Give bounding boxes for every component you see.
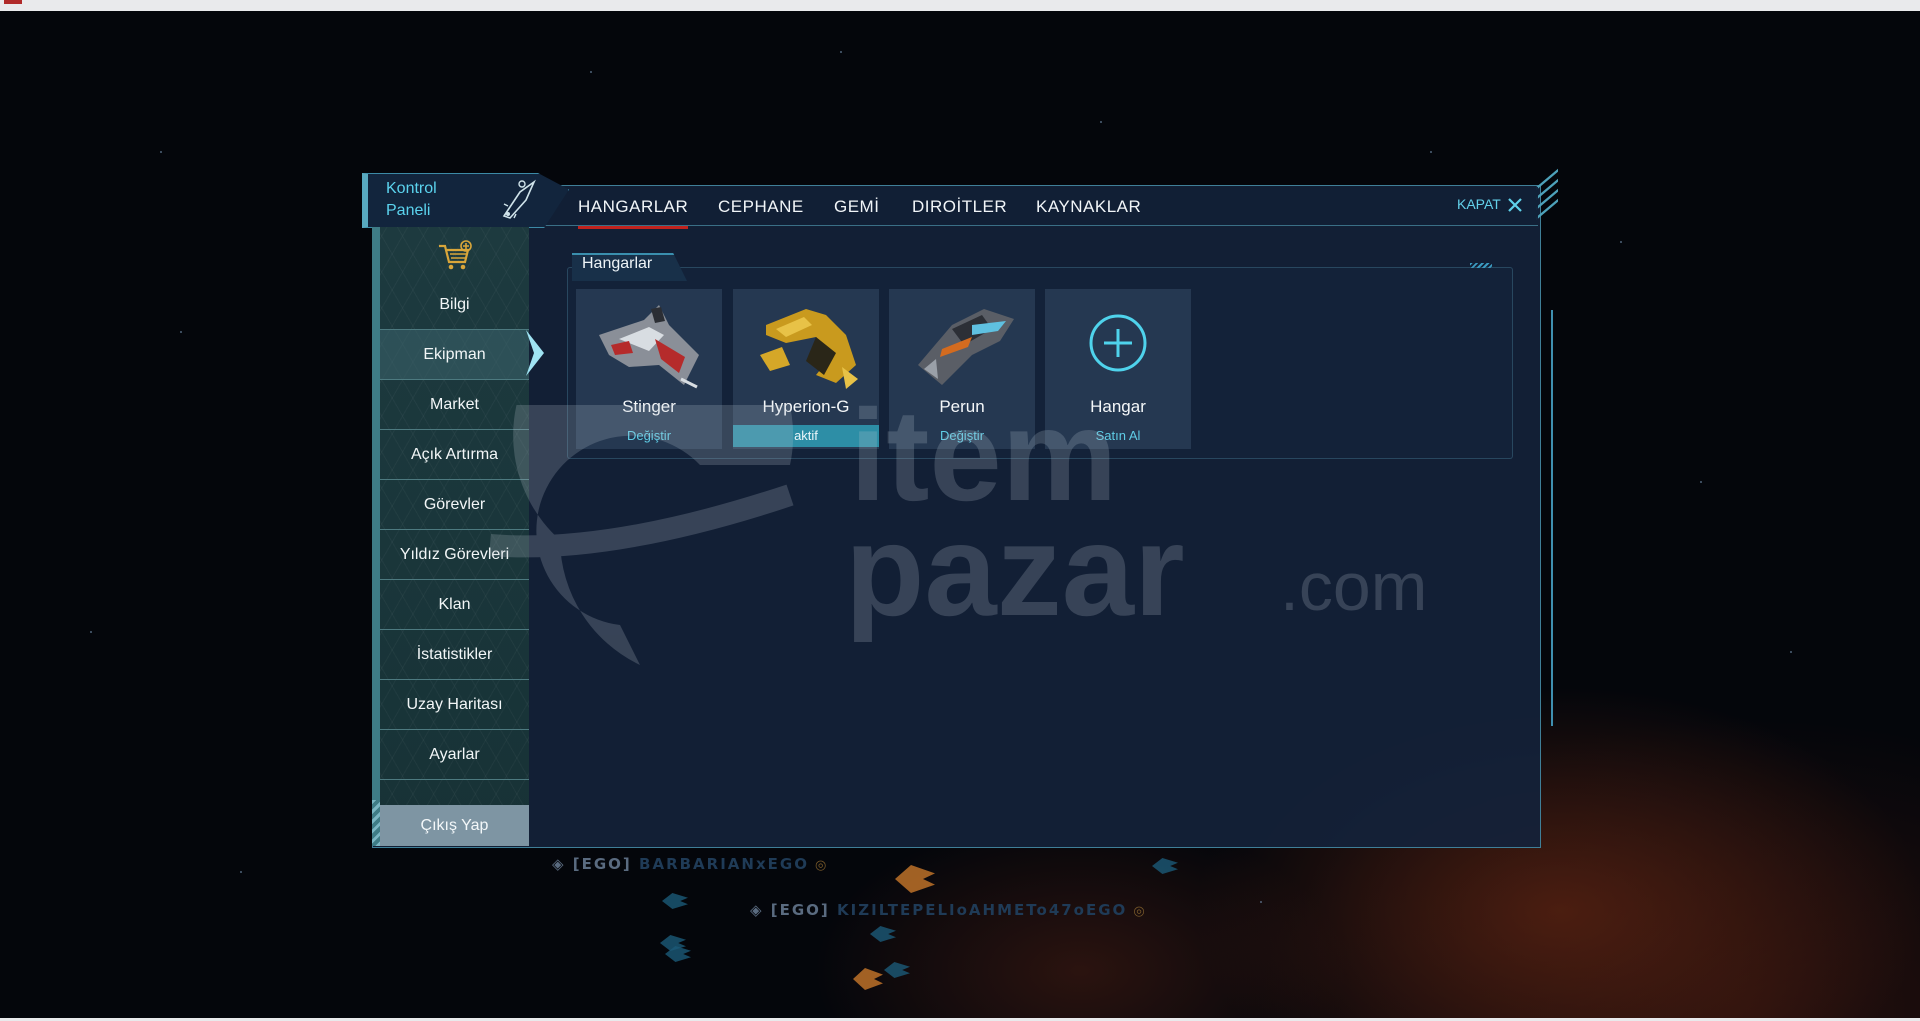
section-corner-decoration <box>1470 263 1492 268</box>
tab-hangarlar[interactable]: HANGARLAR <box>578 197 689 229</box>
hangar-card-new[interactable]: Hangar Satın Al <box>1045 289 1191 449</box>
close-icon[interactable] <box>1506 196 1524 214</box>
clan-icon: ◈ <box>552 855 573 873</box>
player-tag-2[interactable]: ◈ [EGO] KIZILTEPELIoAHMETo47oEGO ◎ <box>750 901 1147 919</box>
player-tag-1[interactable]: ◈ [EGO] BARBARIANxEGO ◎ <box>552 855 828 873</box>
hangar-card-hyperion-g[interactable]: Hyperion-G aktif <box>733 289 879 449</box>
logout-button[interactable]: Çıkış Yap <box>380 805 529 846</box>
rocket-icon <box>502 179 536 219</box>
sidebar-item-ayarlar[interactable]: Ayarlar <box>380 730 529 780</box>
app-icon <box>4 0 22 4</box>
sidebar-item-gorevler[interactable]: Görevler <box>380 480 529 530</box>
tab-kaynaklar[interactable]: KAYNAKLAR <box>1036 197 1141 217</box>
sidebar-edge-stripes <box>372 800 380 846</box>
section-title: Hangarlar <box>582 255 653 272</box>
buy-link[interactable]: Satın Al <box>1045 425 1191 447</box>
hangar-card-stinger[interactable]: Stinger Değiştir <box>576 289 722 449</box>
change-link[interactable]: Değiştir <box>889 425 1035 447</box>
sidebar-item-klan[interactable]: Klan <box>380 580 529 630</box>
sidebar-item-bilgi[interactable]: Bilgi <box>380 280 529 330</box>
ship-perun-image <box>918 309 1014 385</box>
scrollbar[interactable] <box>1551 310 1553 726</box>
ship-stinger-image <box>599 305 699 389</box>
sidebar-item-ekipman[interactable]: Ekipman <box>380 330 529 380</box>
tab-diroitler[interactable]: DIROİTLER <box>912 197 1007 217</box>
hangar-card-perun[interactable]: Perun Değiştir <box>889 289 1035 449</box>
ship-hyperion-g-image <box>760 309 858 389</box>
window-titlebar <box>0 0 1920 11</box>
clan-icon: ◈ <box>750 901 771 919</box>
shop-cart-icon[interactable] <box>437 240 473 272</box>
sidebar-item-acik-artirma[interactable]: Açık Artırma <box>380 430 529 480</box>
active-indicator-arrow <box>526 330 544 376</box>
sidebar-item-uzay-haritasi[interactable]: Uzay Haritası <box>380 680 529 730</box>
tab-bar: HANGARLAR CEPHANE GEMİ DIROİTLER KAYNAKL… <box>540 187 1538 229</box>
sidebar-item-yildiz-gorevleri[interactable]: Yıldız Görevleri <box>380 530 529 580</box>
change-link[interactable]: Değiştir <box>576 425 722 447</box>
sidebar-item-market[interactable]: Market <box>380 380 529 430</box>
corner-decoration <box>1536 168 1560 230</box>
tab-cephane[interactable]: CEPHANE <box>718 197 804 217</box>
control-panel-title: Kontrol Paneli <box>386 180 437 219</box>
sidebar-edge <box>372 227 380 846</box>
active-status-badge: aktif <box>733 425 879 447</box>
tab-gemi[interactable]: GEMİ <box>834 197 879 217</box>
add-icon[interactable] <box>1088 313 1148 373</box>
close-label[interactable]: KAPAT <box>1457 196 1501 212</box>
rank-icon: ◎ <box>1133 904 1147 919</box>
sidebar-item-istatistikler[interactable]: İstatistikler <box>380 630 529 680</box>
rank-icon: ◎ <box>814 858 829 873</box>
